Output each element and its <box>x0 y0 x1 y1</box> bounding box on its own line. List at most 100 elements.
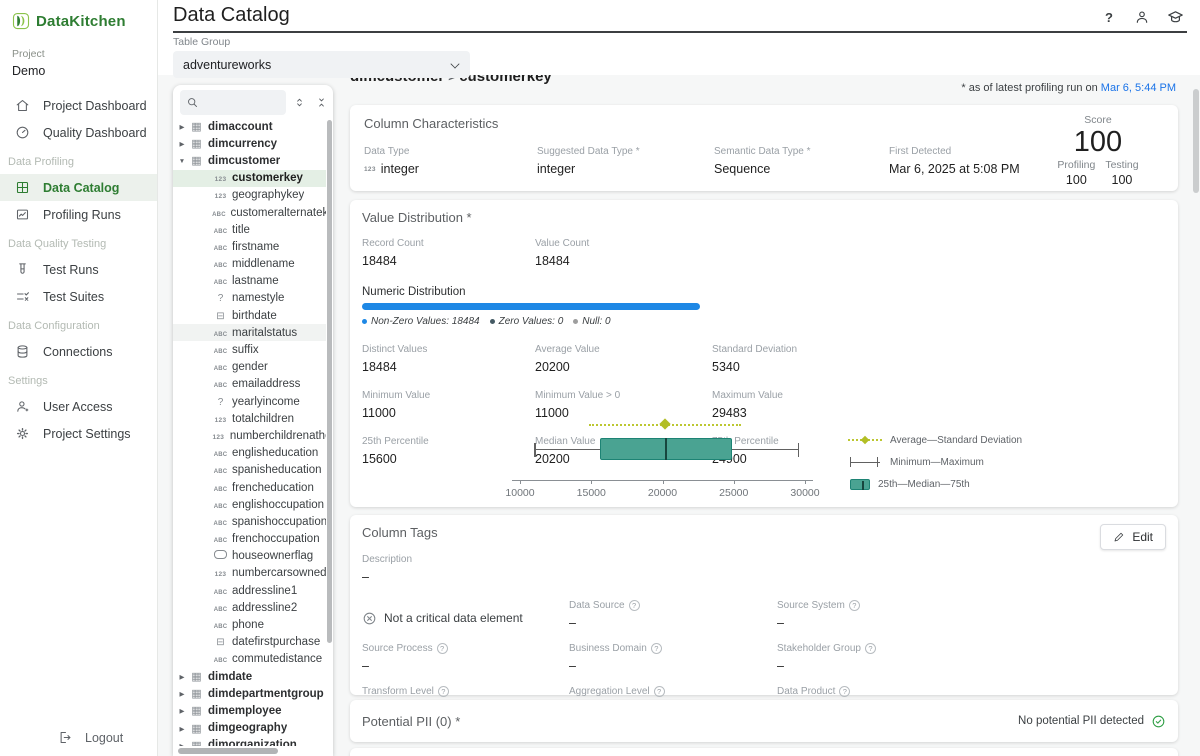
main-scrollbar[interactable] <box>1193 89 1199 193</box>
help-icon[interactable]: ? <box>1100 8 1118 26</box>
tree-item[interactable]: englisheducation <box>173 445 326 462</box>
sidebar-item-label: Project Settings <box>43 427 131 441</box>
sidebar-item-test-runs[interactable]: Test Runs <box>0 256 157 283</box>
tree-item[interactable]: dimcurrency <box>173 135 326 152</box>
tags-grid: Not a critical data element Data Source … <box>362 600 1166 716</box>
tree-item[interactable]: firstname <box>173 238 326 255</box>
sidebar-item-profiling-runs[interactable]: Profiling Runs <box>0 201 157 228</box>
tree-item[interactable]: customerkey <box>173 170 326 187</box>
tree-search[interactable] <box>180 90 286 115</box>
tree-item[interactable]: middlename <box>173 256 326 273</box>
help-circle-icon[interactable] <box>651 643 662 654</box>
tree-item[interactable]: dimgeography <box>173 720 326 737</box>
tree-item[interactable]: dimdepartmentgroup <box>173 685 326 702</box>
tree-item-label: datefirstpurchase <box>232 636 320 648</box>
potential-pii-card: Potential PII (0) * No potential PII det… <box>350 700 1178 742</box>
card-title: Value Distribution * <box>362 210 1166 225</box>
help-circle-icon[interactable] <box>839 686 850 697</box>
sidebar-item-label: User Access <box>43 400 112 414</box>
tree-item[interactable]: lastname <box>173 273 326 290</box>
sidebar-item-test-suites[interactable]: Test Suites <box>0 283 157 310</box>
tree-item[interactable]: customeralternatekey <box>173 204 326 221</box>
min-max-swatch-icon <box>848 456 882 468</box>
tree-item[interactable]: dimemployee <box>173 702 326 719</box>
tree-item-label: dimorganization <box>208 739 297 746</box>
tree-item[interactable]: numbercarsowned <box>173 565 326 582</box>
tree-item[interactable]: datefirstpurchase <box>173 634 326 651</box>
help-circle-icon[interactable] <box>629 600 640 611</box>
tree-item[interactable]: spanishoccupation <box>173 513 326 530</box>
home-icon <box>15 98 30 113</box>
tree-item[interactable]: dimaccount <box>173 118 326 135</box>
tree-item[interactable]: spanisheducation <box>173 462 326 479</box>
tree-item-label: englishoccupation <box>232 499 324 511</box>
tree-item[interactable]: suffix <box>173 341 326 358</box>
tree-item[interactable]: geographykey <box>173 187 326 204</box>
tree-vertical-scrollbar[interactable] <box>327 120 332 643</box>
tree-item[interactable]: gender <box>173 359 326 376</box>
tree-item-label: gender <box>232 361 268 373</box>
tree-item-label: spanishoccupation <box>232 516 326 528</box>
collapse-all-icon[interactable] <box>314 95 329 111</box>
tree-item[interactable]: frenchoccupation <box>173 531 326 548</box>
tree-item[interactable]: yearlyincome <box>173 393 326 410</box>
field-label: Suggested Data Type * <box>537 146 714 157</box>
tag-value: – <box>569 616 777 630</box>
help-circle-icon[interactable] <box>654 686 665 697</box>
tree-item[interactable]: namestyle <box>173 290 326 307</box>
user-admin-icon[interactable] <box>1133 8 1151 26</box>
tag-cell: Data Source – <box>569 600 777 630</box>
sidebar-item-user-access[interactable]: User Access <box>0 393 157 420</box>
sidebar-nav: Project Dashboard Quality Dashboard Data… <box>0 92 157 447</box>
tree-item[interactable]: phone <box>173 616 326 633</box>
tree-item-label: frencheducation <box>232 482 314 494</box>
sidebar-item-label: Connections <box>43 345 113 359</box>
tree-item[interactable]: dimcustomer <box>173 152 326 169</box>
tree-item[interactable]: dimdate <box>173 668 326 685</box>
help-circle-icon[interactable] <box>438 686 449 697</box>
field-label: Data Type <box>364 146 537 157</box>
tree-item[interactable]: birthdate <box>173 307 326 324</box>
tree-horizontal-scrollbar[interactable] <box>178 748 278 754</box>
profiling-run-link[interactable]: Mar 6, 5:44 PM <box>1101 82 1176 94</box>
tree-item[interactable]: maritalstatus <box>173 324 326 341</box>
logout-button[interactable]: Logout <box>58 730 123 745</box>
tree-item[interactable]: addressline1 <box>173 582 326 599</box>
column-type-icon <box>212 413 229 425</box>
tree-item[interactable]: totalchildren <box>173 410 326 427</box>
field-value: integer <box>537 162 714 176</box>
sidebar-item-data-catalog[interactable]: Data Catalog <box>0 174 157 201</box>
card-title: Column Tags <box>362 525 1166 540</box>
tree-item[interactable]: emailaddress <box>173 376 326 393</box>
topbar: Data Catalog ? Table Group adventurework… <box>158 0 1200 75</box>
search-input[interactable] <box>203 97 283 109</box>
sort-unfold-icon[interactable] <box>292 95 307 111</box>
sidebar-item-connections[interactable]: Connections <box>0 338 157 365</box>
tree-item[interactable]: dimorganization <box>173 737 326 746</box>
tree-item[interactable]: addressline2 <box>173 599 326 616</box>
help-circle-icon[interactable] <box>849 600 860 611</box>
training-icon[interactable] <box>1166 8 1184 26</box>
column-type-icon <box>212 550 229 562</box>
tree-item[interactable]: commutedistance <box>173 651 326 668</box>
max-whisker-cap <box>798 443 800 457</box>
edit-button[interactable]: Edit <box>1100 524 1166 550</box>
tree-item[interactable]: englishoccupation <box>173 496 326 513</box>
table-group-select[interactable]: adventureworks <box>173 51 470 78</box>
tree-item[interactable]: houseownerflag <box>173 548 326 565</box>
sidebar-item-project-settings[interactable]: Project Settings <box>0 420 157 447</box>
stat-label: Average Value <box>535 344 712 355</box>
tree-item[interactable]: frencheducation <box>173 479 326 496</box>
numeric-type-icon: 123 <box>364 166 376 173</box>
help-circle-icon[interactable] <box>865 643 876 654</box>
sidebar-item-quality-dashboard[interactable]: Quality Dashboard <box>0 119 157 146</box>
column-type-icon <box>212 327 229 339</box>
help-circle-icon[interactable] <box>437 643 448 654</box>
stat-label: Maximum Value <box>712 390 1166 401</box>
tree-item[interactable]: numberchildrenathome <box>173 427 326 444</box>
legend-item: Non-Zero Values: 18484 <box>362 316 480 327</box>
tree-item-label: customerkey <box>232 172 303 184</box>
tree-item[interactable]: title <box>173 221 326 238</box>
sidebar-item-project-dashboard[interactable]: Project Dashboard <box>0 92 157 119</box>
description-value: – <box>362 570 1166 584</box>
